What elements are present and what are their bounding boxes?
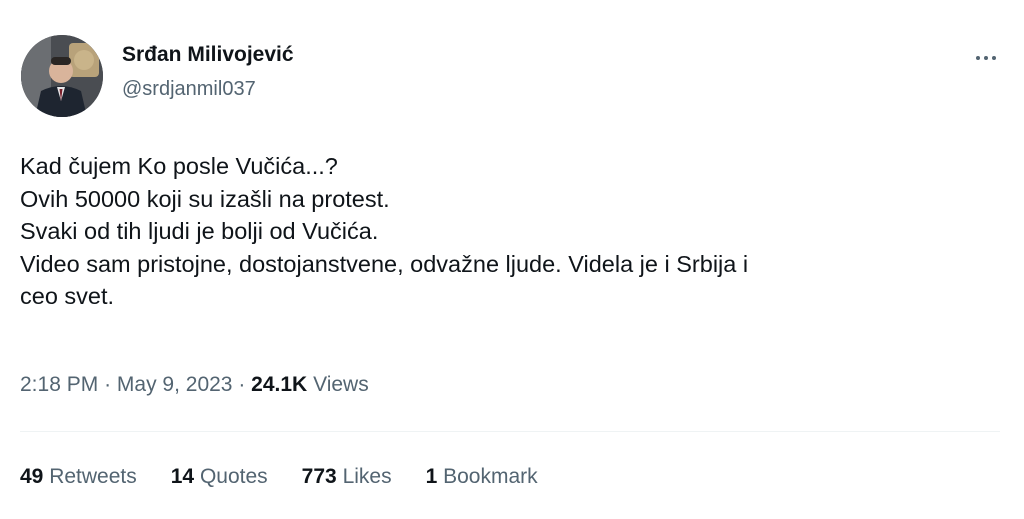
tweet-meta: 2:18 PM · May 9, 2023 · 24.1K Views <box>20 371 369 399</box>
retweets-stat[interactable]: 49 Retweets <box>20 463 137 491</box>
tweet-text-line: Ovih 50000 koji su izašli na protest. <box>20 185 390 212</box>
retweets-label: Retweets <box>49 465 137 488</box>
quotes-label: Quotes <box>199 465 268 488</box>
tweet: Srđan Milivojević @srdjanmil037 Kad čuje… <box>0 0 1024 519</box>
tweet-text-line: Svaki od tih ljudi je bolji od Vučića. <box>20 218 379 244</box>
meta-separator: · <box>238 373 246 396</box>
tweet-text-line: Kad čujem Ko posle Vučića...? <box>20 153 338 179</box>
views-count: 24.1K <box>251 373 308 396</box>
tweet-text-line: ceo svet. <box>20 283 115 309</box>
likes-count: 773 <box>301 465 337 488</box>
divider <box>20 431 1000 432</box>
tweet-text-line: Video sam pristojne, dostojanstvene, odv… <box>20 250 749 277</box>
likes-stat[interactable]: 773 Likes <box>302 463 392 491</box>
tweet-date: May 9, 2023 <box>116 373 233 396</box>
tweet-stats: 49 Retweets 14 Quotes 773 Likes 1 Bookma… <box>20 463 572 491</box>
avatar-image <box>21 35 103 117</box>
avatar[interactable] <box>21 35 103 117</box>
tweet-time-link[interactable]: 2:18 PM · May 9, 2023 <box>20 373 232 396</box>
retweets-count: 49 <box>20 465 44 488</box>
bookmarks-count: 1 <box>425 465 438 488</box>
bookmarks-label: Bookmark <box>443 465 538 488</box>
author-info: Srđan Milivojević @srdjanmil037 <box>122 42 294 102</box>
author-handle[interactable]: @srdjanmil037 <box>122 76 294 102</box>
quotes-count: 14 <box>170 465 195 488</box>
meta-separator: · <box>104 373 112 396</box>
tweet-text: Kad čujem Ko posle Vučića...? Ovih 50000… <box>20 150 1000 313</box>
author-display-name[interactable]: Srđan Milivojević <box>122 42 294 68</box>
more-horizontal-icon <box>974 56 998 60</box>
tweet-time: 2:18 PM <box>20 373 99 396</box>
bookmarks-stat[interactable]: 1 Bookmark <box>426 463 538 491</box>
more-button[interactable] <box>968 46 1004 70</box>
likes-label: Likes <box>342 465 392 488</box>
quotes-stat[interactable]: 14 Quotes <box>171 463 268 491</box>
views-label: Views <box>313 373 369 396</box>
